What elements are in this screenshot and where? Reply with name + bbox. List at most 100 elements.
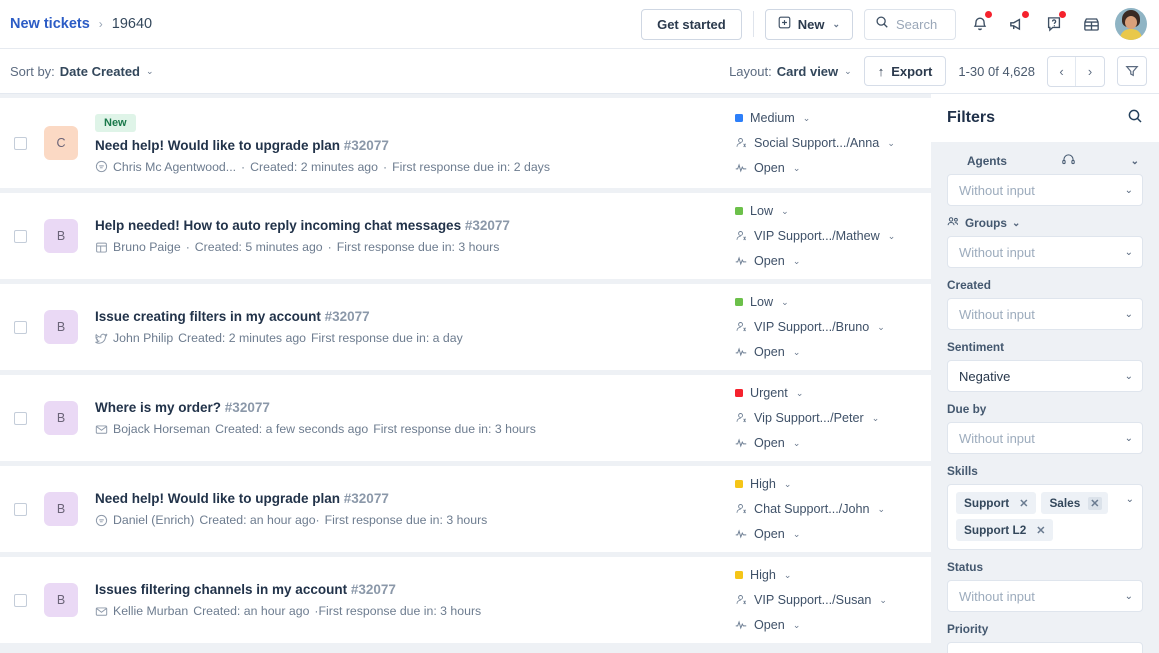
status-dropdown[interactable]: Open ⌄	[735, 436, 917, 450]
next-page-button[interactable]: ›	[1076, 57, 1104, 86]
chevron-down-icon: ⌄	[1124, 370, 1133, 382]
ticket-title[interactable]: Need help! Would like to upgrade plan #3…	[95, 138, 735, 153]
status-label-row: Status	[947, 560, 1143, 574]
ticket-due: First response due in: 2 days	[392, 159, 550, 174]
group-agent-dropdown[interactable]: VIP Support.../Mathew ⌄	[735, 229, 917, 243]
ticket-checkbox[interactable]	[14, 411, 27, 425]
status-dropdown[interactable]: Open ⌄	[735, 618, 917, 632]
priority-dropdown[interactable]: High ⌄	[735, 568, 917, 582]
status-value: Open	[754, 436, 785, 450]
status-select[interactable]: Without input ⌄	[947, 580, 1143, 612]
ticket-title[interactable]: Help needed! How to auto reply incoming …	[95, 218, 735, 233]
ticket-card[interactable]: B Help needed! How to auto reply incoming…	[0, 193, 931, 279]
priority-dropdown[interactable]: Low ⌄	[735, 204, 917, 218]
group-agent-dropdown[interactable]: VIP Support.../Susan ⌄	[735, 593, 917, 607]
ticket-title[interactable]: Where is my order? #32077	[95, 400, 735, 415]
sentiment-select[interactable]: Negative ⌄	[947, 360, 1143, 392]
ticket-requester: Daniel (Enrich)	[113, 513, 195, 527]
status-dropdown[interactable]: Open ⌄	[735, 527, 917, 541]
skill-chip[interactable]: Support ✕	[956, 492, 1037, 514]
priority-dropdown[interactable]: Low ⌄	[735, 295, 917, 309]
help-question-icon[interactable]	[1041, 11, 1067, 37]
export-button[interactable]: ↑ Export	[863, 56, 947, 86]
meta-separator: ·	[327, 240, 332, 254]
list-toolbar: Sort by: Date Created ⌄ Layout: Card vie…	[0, 49, 1159, 94]
ticket-title[interactable]: Issues filtering channels in my account …	[95, 582, 735, 597]
search-icon[interactable]	[1127, 108, 1143, 129]
filter-label-sentiment: Sentiment	[947, 340, 1005, 354]
priority-value: Low	[750, 295, 774, 309]
notifications-bell-icon[interactable]	[967, 11, 993, 37]
ticket-title[interactable]: Need help! Would like to upgrade plan #3…	[95, 491, 735, 506]
created-select[interactable]: Without input ⌄	[947, 298, 1143, 330]
chevron-down-icon: ⌄	[832, 18, 840, 29]
ticket-created: Created: 2 minutes ago	[250, 159, 378, 174]
email-icon	[95, 605, 108, 618]
search-input[interactable]: Search	[864, 8, 956, 40]
priority-dropdown[interactable]: Medium ⌄	[735, 111, 917, 125]
priority-select[interactable]: Without input ⌄	[947, 642, 1143, 653]
ticket-checkbox[interactable]	[14, 320, 27, 334]
sort-by-dropdown[interactable]: Sort by: Date Created ⌄	[10, 64, 154, 79]
sort-by-prefix: Sort by:	[10, 63, 55, 79]
remove-chip-icon[interactable]: ✕	[1088, 496, 1102, 510]
pagination-controls: ‹ ›	[1047, 55, 1105, 87]
group-agent-dropdown[interactable]: Social Support.../Anna ⌄	[735, 136, 917, 150]
remove-chip-icon[interactable]: ✕	[1017, 497, 1030, 510]
ticket-summary: Issues filtering channels in my account …	[95, 582, 735, 618]
groups-select[interactable]: Without input ⌄	[947, 236, 1143, 268]
groups-label-row[interactable]: Groups ⌄	[947, 216, 1143, 230]
chevron-down-icon: ⌄	[1125, 494, 1134, 505]
agents-label-row[interactable]: Agents ⌄	[947, 154, 1143, 168]
due-by-select[interactable]: Without input ⌄	[947, 422, 1143, 454]
chevron-down-icon: ⌄	[792, 346, 801, 357]
group-agent-dropdown[interactable]: Vip Support.../Peter ⌄	[735, 411, 917, 425]
ticket-requester: John Philip	[113, 331, 174, 345]
status-value: Open	[754, 254, 785, 268]
status-dropdown[interactable]: Open ⌄	[735, 345, 917, 359]
announcements-megaphone-icon[interactable]	[1004, 11, 1030, 37]
breadcrumb-current: 19640	[111, 16, 153, 32]
chevron-down-icon: ⌄	[1130, 155, 1139, 167]
group-agent-value: VIP Support.../Bruno	[754, 320, 870, 334]
pagination-count: 1-30 0f 4,628	[958, 63, 1035, 79]
ticket-checkbox[interactable]	[14, 593, 27, 607]
filter-toggle-button[interactable]	[1117, 56, 1147, 86]
get-started-button[interactable]: Get started	[641, 8, 742, 40]
priority-dot-icon	[735, 480, 743, 488]
ticket-checkbox[interactable]	[14, 502, 27, 516]
new-button[interactable]: New ⌄	[764, 8, 853, 40]
ticket-due: ·First response due in: 3 hours	[314, 604, 482, 618]
skill-chip[interactable]: Support L2 ✕	[956, 519, 1054, 541]
status-dropdown[interactable]: Open ⌄	[735, 254, 917, 268]
ticket-checkbox[interactable]	[14, 136, 27, 150]
ticket-title[interactable]: Issue creating filters in my account #32…	[95, 309, 735, 324]
marketplace-icon[interactable]	[1078, 11, 1104, 37]
ticket-card[interactable]: B Need help! Would like to upgrade plan #…	[0, 466, 931, 552]
filter-label-priority: Priority	[947, 622, 989, 636]
skills-select[interactable]: Support ✕ Sales ✕ Support L2 ✕ ⌄	[947, 484, 1143, 550]
ticket-card[interactable]: C New Need help! Would like to upgrade pla…	[0, 98, 931, 188]
priority-dropdown[interactable]: High ⌄	[735, 477, 917, 491]
prev-page-button[interactable]: ‹	[1048, 56, 1076, 86]
ticket-card[interactable]: B Issue creating filters in my account #3…	[0, 284, 931, 370]
group-agent-dropdown[interactable]: Chat Support.../John ⌄	[735, 502, 917, 516]
agent-icon	[735, 137, 747, 149]
ticket-card[interactable]: B Issues filtering channels in my account…	[0, 557, 931, 643]
layout-dropdown[interactable]: Layout: Card view ⌄	[729, 64, 852, 79]
group-agent-dropdown[interactable]: VIP Support.../Bruno ⌄	[735, 320, 917, 334]
ticket-properties: Low ⌄ VIP Support.../Bruno ⌄ Open ⌄	[735, 295, 931, 359]
remove-chip-icon[interactable]: ✕	[1034, 524, 1047, 537]
ticket-checkbox[interactable]	[14, 229, 27, 243]
agents-select[interactable]: Without input ⌄	[947, 174, 1143, 206]
ticket-card[interactable]: B Where is my order? #32077 Bojack Horsema…	[0, 375, 931, 461]
breadcrumb-link-new-tickets[interactable]: New tickets	[10, 16, 90, 32]
search-icon	[875, 15, 889, 34]
ticket-list: C New Need help! Would like to upgrade pla…	[0, 94, 931, 653]
status-pulse-icon	[735, 346, 747, 358]
skill-chip[interactable]: Sales ✕	[1041, 492, 1108, 514]
priority-dropdown[interactable]: Urgent ⌄	[735, 386, 917, 400]
status-dropdown[interactable]: Open ⌄	[735, 161, 917, 175]
user-avatar[interactable]	[1115, 8, 1147, 40]
status-pulse-icon	[735, 437, 747, 449]
